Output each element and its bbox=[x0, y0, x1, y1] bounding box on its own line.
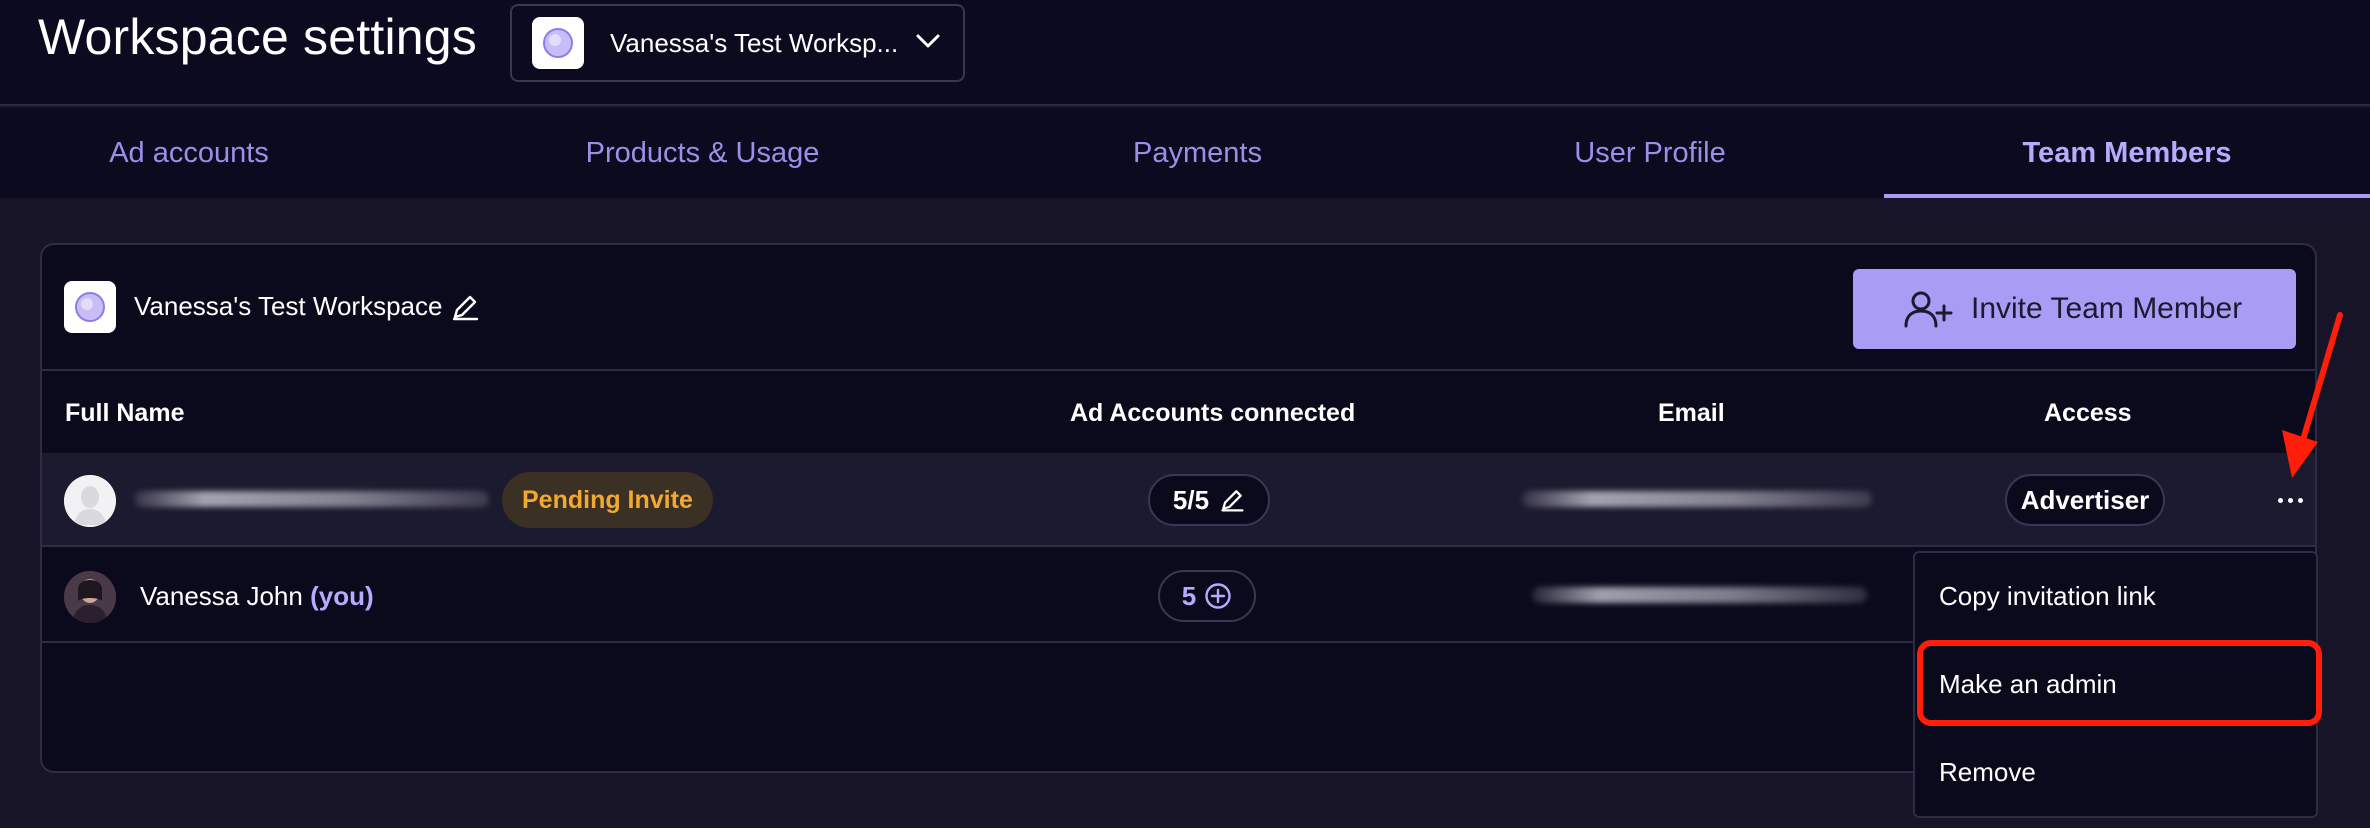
edit-pencil-icon[interactable] bbox=[450, 292, 480, 322]
edit-pencil-icon bbox=[1221, 490, 1244, 512]
status-badge: Pending Invite bbox=[502, 472, 713, 528]
card-header: Vanessa's Test Workspace Invite Team Mem… bbox=[42, 245, 2315, 371]
add-user-icon bbox=[1903, 289, 1953, 329]
column-access: Access bbox=[2044, 399, 2132, 427]
avatar bbox=[64, 571, 116, 623]
workspace-name: Vanessa's Test Workspace bbox=[134, 291, 443, 321]
workspace-logo-icon bbox=[75, 292, 105, 322]
header: Workspace settings Vanessa's Test Worksp… bbox=[0, 0, 2370, 106]
workspace-select-label: Vanessa's Test Worksp... bbox=[610, 27, 899, 58]
menu-item-copy-invitation-link[interactable]: Copy invitation link bbox=[1939, 581, 2156, 612]
you-label: (you) bbox=[310, 581, 374, 611]
member-name: Vanessa John (you) bbox=[140, 581, 374, 612]
dot bbox=[2277, 497, 2283, 503]
tab-user-profile[interactable]: User Profile bbox=[1500, 108, 1800, 198]
ad-accounts-count: 5 bbox=[1181, 580, 1197, 611]
tab-payments[interactable]: Payments bbox=[1050, 108, 1345, 198]
ad-accounts-add-pill[interactable]: 5 bbox=[1158, 570, 1256, 622]
access-badge[interactable]: Advertiser bbox=[2005, 474, 2165, 526]
workspace-logo bbox=[532, 17, 584, 69]
chevron-down-icon bbox=[916, 34, 940, 48]
column-full-name: Full Name bbox=[65, 399, 185, 427]
redacted-name bbox=[134, 491, 489, 507]
dot bbox=[2287, 497, 2293, 503]
member-name-text: Vanessa John bbox=[140, 581, 303, 611]
table-row: Pending Invite 5/5 Advertiser bbox=[42, 453, 2315, 547]
redacted-email bbox=[1522, 491, 1872, 507]
ad-accounts-count: 5/5 bbox=[1172, 484, 1210, 515]
dot bbox=[2297, 497, 2303, 503]
invite-button-label: Invite Team Member bbox=[1971, 292, 2243, 325]
redacted-email bbox=[1532, 587, 1867, 603]
annotation-highlight-box bbox=[1917, 640, 2322, 726]
workspace-logo bbox=[64, 281, 116, 333]
add-circle-icon bbox=[1205, 583, 1231, 609]
default-avatar-icon bbox=[64, 475, 116, 527]
avatar bbox=[64, 475, 116, 527]
tab-products-usage[interactable]: Products & Usage bbox=[515, 108, 890, 198]
ad-accounts-edit-pill[interactable]: 5/5 bbox=[1148, 474, 1270, 526]
annotation-arrow-icon bbox=[2282, 312, 2343, 478]
more-options-button[interactable] bbox=[2270, 483, 2310, 517]
column-ad-accounts: Ad Accounts connected bbox=[1070, 399, 1356, 427]
menu-item-remove[interactable]: Remove bbox=[1939, 757, 2036, 788]
tab-team-members[interactable]: Team Members bbox=[1884, 108, 2370, 198]
user-photo-icon bbox=[64, 571, 116, 623]
column-email: Email bbox=[1658, 399, 1725, 427]
settings-tabs: Ad accounts Products & Usage Payments Us… bbox=[0, 108, 2370, 198]
workspace-logo-icon bbox=[543, 28, 573, 58]
page-title: Workspace settings bbox=[38, 9, 477, 65]
invite-team-member-button[interactable]: Invite Team Member bbox=[1853, 269, 2296, 349]
workspace-select[interactable]: Vanessa's Test Worksp... bbox=[510, 4, 965, 82]
tab-ad-accounts[interactable]: Ad accounts bbox=[0, 108, 378, 198]
